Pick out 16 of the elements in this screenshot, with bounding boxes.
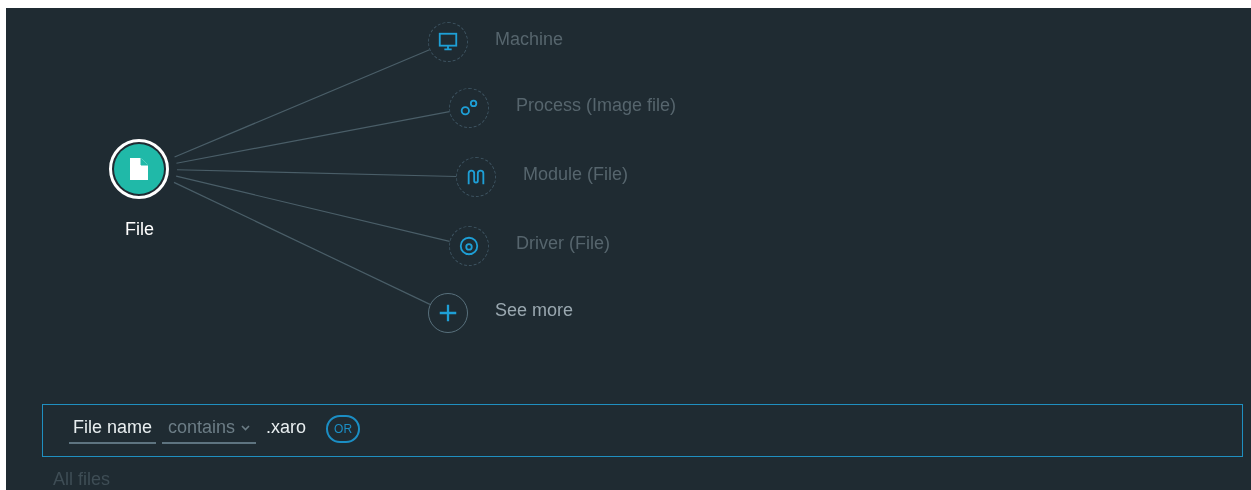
file-node[interactable] — [109, 139, 169, 199]
node-label: File — [125, 219, 154, 240]
or-button[interactable]: OR — [326, 414, 361, 443]
operator-dropdown[interactable]: contains — [162, 417, 257, 444]
plus-icon — [437, 302, 459, 324]
disc-icon — [458, 235, 480, 257]
field-selector[interactable]: File name — [69, 417, 157, 444]
node-label: Driver (File) — [516, 233, 610, 254]
node-label: See more — [495, 300, 574, 321]
node-label: Process (Image file) — [516, 95, 677, 116]
monitor-icon — [437, 31, 459, 53]
document-icon — [128, 156, 150, 182]
filter-value: .xaro — [266, 417, 307, 439]
caret-icon — [241, 424, 251, 431]
node-label: Module (File) — [523, 164, 629, 185]
node-label: Machine — [495, 29, 564, 50]
